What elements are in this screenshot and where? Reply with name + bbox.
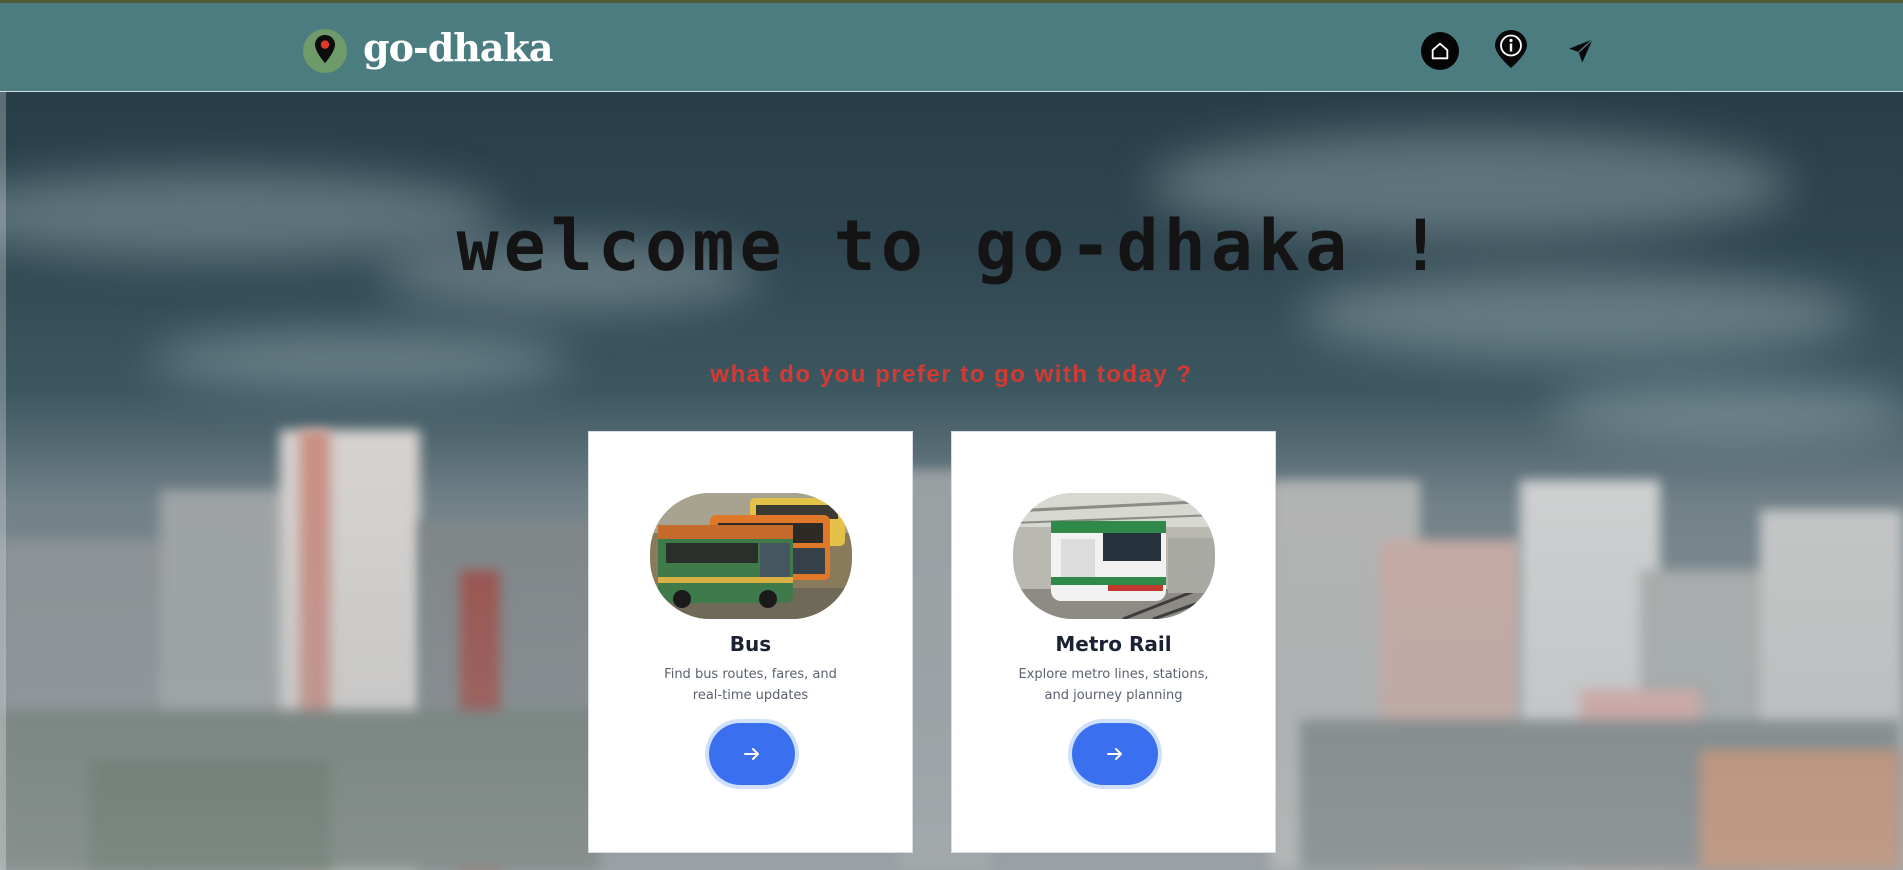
metro-rail-photo (1013, 493, 1215, 619)
metro-rail-card[interactable]: Metro Rail Explore metro lines, stations… (951, 431, 1276, 853)
bus-card[interactable]: Bus Find bus routes, fares, and real-tim… (588, 431, 913, 853)
nav-contact-button[interactable] (1562, 32, 1600, 70)
hero-subtitle: what do you prefer to go with today ? (710, 361, 1193, 388)
bus-card-title: Bus (729, 632, 772, 656)
info-pin-icon (1495, 30, 1527, 68)
nav-home-button[interactable] (1421, 32, 1459, 70)
metro-card-description: Explore metro lines, stations, and journ… (1018, 667, 1209, 703)
home-icon (1431, 42, 1449, 60)
map-pin-icon (315, 35, 335, 63)
metro-card-title: Metro Rail (1055, 632, 1172, 656)
bus-photo (650, 493, 852, 619)
brand-name[interactable]: go-dhaka (363, 25, 553, 70)
metro-go-button[interactable] (1068, 719, 1162, 789)
hero-title: welcome to go-dhaka ! (456, 205, 1447, 287)
bus-go-button[interactable] (705, 719, 799, 789)
top-navbar: go-dhaka (0, 0, 1903, 92)
arrow-right-icon (744, 748, 759, 760)
send-icon (1569, 38, 1594, 63)
arrow-right-icon (1107, 748, 1122, 760)
bus-card-description: Find bus routes, fares, and real-time up… (664, 667, 837, 703)
nav-about-button[interactable] (1492, 30, 1530, 68)
logo[interactable] (303, 29, 347, 73)
